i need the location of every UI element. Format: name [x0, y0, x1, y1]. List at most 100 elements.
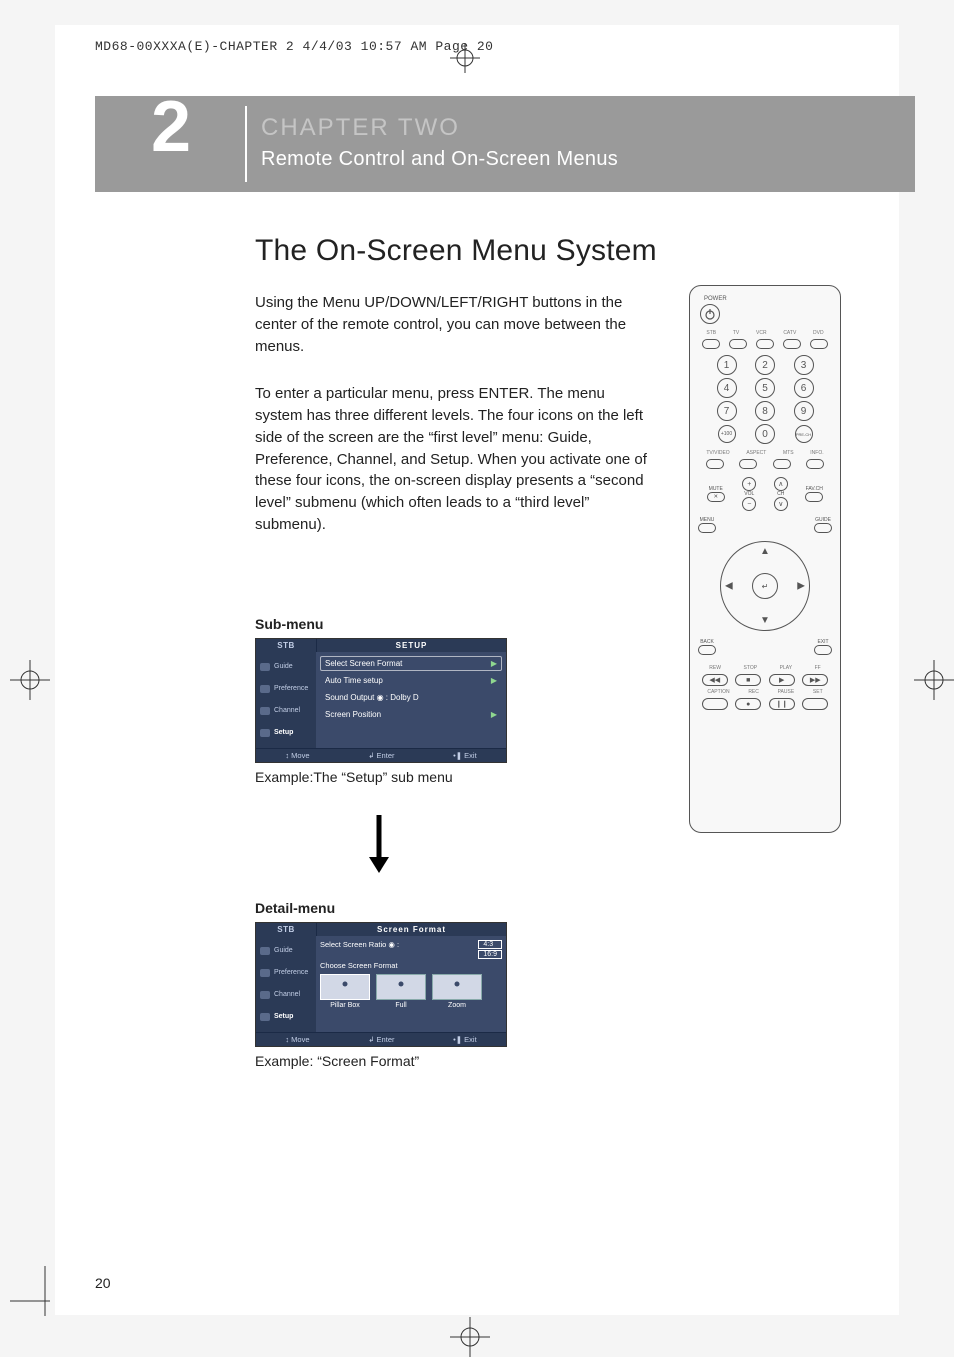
- side-guide: Guide: [256, 663, 316, 670]
- side-channel: Channel: [256, 991, 316, 998]
- mute-label: MUTE: [707, 486, 725, 492]
- digit-1[interactable]: 1: [717, 355, 737, 375]
- screen-format-screenshot: STB Screen Format Guide Preference Chann…: [255, 922, 507, 1047]
- setup-title: SETUP: [316, 639, 506, 652]
- chapter-number: 2: [151, 86, 191, 168]
- power-button[interactable]: [700, 304, 720, 324]
- side-guide: Guide: [256, 947, 316, 954]
- ch-up[interactable]: ∧: [774, 477, 788, 491]
- crop-mark: [10, 1266, 60, 1321]
- sf-title: Screen Format: [316, 923, 506, 936]
- guide-button[interactable]: [814, 523, 832, 533]
- back-label: BACK: [698, 639, 716, 645]
- ratio-4-3: 4:3: [478, 940, 502, 949]
- arrow-icon: ▶: [491, 659, 497, 668]
- pre-ch[interactable]: PRE-CH: [795, 425, 813, 443]
- side-menu: Guide Preference Channel Setup: [256, 652, 316, 748]
- ch-down[interactable]: ∨: [774, 497, 788, 511]
- nav-ring[interactable]: ▲ ▼ ◀ ▶ ↵: [720, 541, 810, 631]
- register-mark-bottom: [450, 1317, 480, 1347]
- register-mark-top: [450, 43, 480, 73]
- thumb-zoom: Zoom: [432, 974, 482, 1009]
- digit-7[interactable]: 7: [717, 401, 737, 421]
- enter-button[interactable]: ↵: [752, 573, 778, 599]
- info-button[interactable]: [806, 459, 824, 469]
- chapter-title: CHAPTER TWO: [261, 114, 460, 142]
- play-button[interactable]: ▶: [769, 674, 795, 686]
- select-ratio-label: Select Screen Ratio ◉ :: [320, 940, 399, 959]
- stb-label: STB: [256, 639, 316, 652]
- pause-button[interactable]: ❙❙: [769, 698, 795, 710]
- detailmenu-label: Detail-menu: [255, 900, 859, 916]
- row-auto-time: Auto Time setup▶: [320, 673, 502, 688]
- sf-footer: ↕ Move ↲ Enter •❚ Exit: [256, 1032, 506, 1046]
- side-channel: Channel: [256, 707, 316, 714]
- paragraph-2: To enter a particular menu, press ENTER.…: [255, 383, 655, 535]
- setup-footer: ↕ Move ↲ Enter •❚ Exit: [256, 748, 506, 762]
- nav-left-icon: ◀: [725, 581, 733, 592]
- mute-button[interactable]: ✕: [707, 492, 725, 502]
- digit-6[interactable]: 6: [794, 378, 814, 398]
- favch-label: FAV.CH: [805, 486, 823, 492]
- menu-button[interactable]: [698, 523, 716, 533]
- mts-button[interactable]: [773, 459, 791, 469]
- nav-right-icon: ▶: [797, 581, 805, 592]
- side-menu: Guide Preference Channel Setup: [256, 936, 316, 1032]
- side-preference: Preference: [256, 685, 316, 692]
- side-setup: Setup: [256, 1013, 316, 1020]
- page: MD68-00XXXA(E)-CHAPTER 2 4/4/03 10:57 AM…: [55, 25, 899, 1315]
- aspect-button[interactable]: [739, 459, 757, 469]
- vol-down[interactable]: −: [742, 497, 756, 511]
- nav-up-icon: ▲: [760, 546, 770, 557]
- digit-9[interactable]: 9: [794, 401, 814, 421]
- row-sound-output: Sound Output ◉ : Dolby D: [320, 690, 502, 705]
- exit-button[interactable]: [814, 645, 832, 655]
- mode-stb[interactable]: [702, 339, 720, 349]
- register-mark-left: [10, 660, 40, 690]
- paragraph-1: Using the Menu UP/DOWN/LEFT/RIGHT button…: [255, 292, 655, 357]
- ch-label: CH: [774, 491, 788, 497]
- digit-4[interactable]: 4: [717, 378, 737, 398]
- setup-main: Select Screen Format▶ Auto Time setup▶ S…: [316, 652, 506, 748]
- page-number: 20: [95, 1275, 111, 1291]
- chapter-banner: 2 CHAPTER TWO Remote Control and On-Scre…: [95, 96, 915, 192]
- set-button[interactable]: [802, 698, 828, 710]
- rew-button[interactable]: ◀◀: [702, 674, 728, 686]
- caption-button[interactable]: [702, 698, 728, 710]
- vol-up[interactable]: +: [742, 477, 756, 491]
- register-mark-right: [914, 660, 944, 690]
- stop-button[interactable]: ■: [735, 674, 761, 686]
- back-button[interactable]: [698, 645, 716, 655]
- power-label: POWER: [704, 296, 832, 302]
- row-screen-position: Screen Position▶: [320, 707, 502, 722]
- stb-label: STB: [256, 923, 316, 936]
- digit-3[interactable]: 3: [794, 355, 814, 375]
- side-preference: Preference: [256, 969, 316, 976]
- choose-format-label: Choose Screen Format: [320, 961, 502, 970]
- chapter-subtitle: Remote Control and On-Screen Menus: [261, 148, 618, 171]
- divider: [245, 106, 247, 182]
- rec-button[interactable]: ●: [735, 698, 761, 710]
- favch-button[interactable]: [805, 492, 823, 502]
- tv-video-button[interactable]: [706, 459, 724, 469]
- digit-0[interactable]: 0: [755, 424, 775, 444]
- thumb-pillar-box: Pillar Box: [320, 974, 370, 1009]
- exit-label: EXIT: [814, 639, 832, 645]
- vol-label: VOL: [742, 491, 756, 497]
- digit-2[interactable]: 2: [755, 355, 775, 375]
- sf-caption: Example: “Screen Format”: [255, 1053, 859, 1069]
- mode-catv[interactable]: [783, 339, 801, 349]
- mode-dvd[interactable]: [810, 339, 828, 349]
- digit-8[interactable]: 8: [755, 401, 775, 421]
- ff-button[interactable]: ▶▶: [802, 674, 828, 686]
- ratio-16-9: 16:9: [478, 950, 502, 959]
- mode-tv[interactable]: [729, 339, 747, 349]
- guide-label: GUIDE: [814, 517, 832, 523]
- arrow-icon: ▶: [491, 710, 497, 719]
- digit-5[interactable]: 5: [755, 378, 775, 398]
- plus-100[interactable]: +100: [718, 425, 736, 443]
- mode-vcr[interactable]: [756, 339, 774, 349]
- power-icon: [704, 308, 716, 320]
- sf-main: Select Screen Ratio ◉ : 4:3 16:9 Choose …: [316, 936, 506, 1032]
- row-select-screen-format: Select Screen Format▶: [320, 656, 502, 671]
